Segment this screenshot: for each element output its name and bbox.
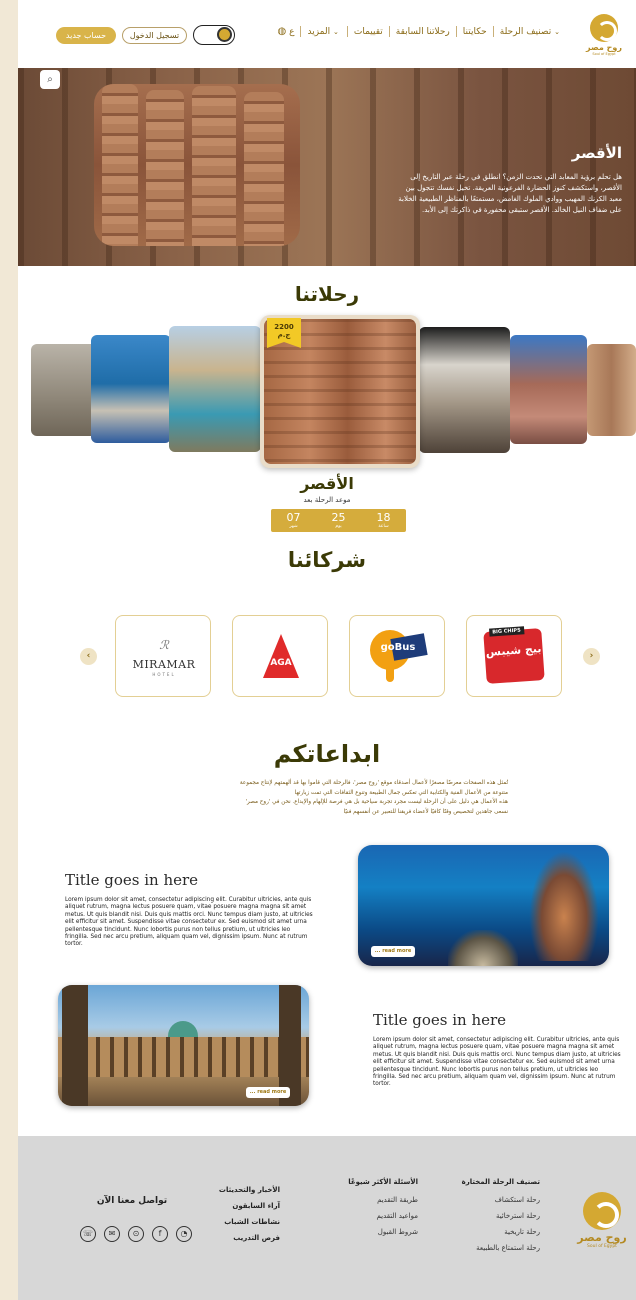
- chevron-right-icon: ›: [589, 651, 594, 661]
- footer-link[interactable]: رحلة استمتاع بالطبيعة: [462, 1244, 540, 1252]
- read-more-button[interactable]: ... read more: [246, 1087, 290, 1098]
- trip-card[interactable]: [31, 344, 97, 436]
- article-body: Lorem ipsum dolor sit amet, consectetur …: [373, 1037, 621, 1088]
- whatsapp-icon[interactable]: ◔: [176, 1226, 192, 1242]
- trip-countdown: 18 ساعة 25 يوم 07 شهر: [271, 509, 406, 532]
- footer-link[interactable]: مواعيد التقديم: [348, 1212, 418, 1220]
- hero-title: الأقصر: [571, 144, 622, 162]
- chevron-left-icon: ‹: [86, 651, 91, 661]
- pillar-shape: [62, 985, 88, 1106]
- trip-name: الأقصر: [300, 474, 354, 493]
- countdown-label: موعد الرحلة بعد: [303, 496, 351, 504]
- countdown-days: 25 يوم: [331, 510, 346, 529]
- footer-logo-text: روح مصر: [577, 1231, 627, 1244]
- menu-item-more[interactable]: المزيد ⌄: [301, 27, 346, 37]
- partner-card-miramar[interactable]: ℛ MIRAMAR HOTEL: [115, 615, 211, 697]
- footer-link[interactable]: طريقة التقديم: [348, 1196, 418, 1204]
- aga-logo: [263, 634, 299, 678]
- footer-link[interactable]: رحلة استرخائية: [462, 1212, 540, 1220]
- contact-icons: ☏ ✉ ⊙ f ◔: [80, 1226, 192, 1242]
- footer-link[interactable]: نشاطات الشباب: [219, 1218, 280, 1226]
- countdown-months: 07 شهر: [286, 510, 301, 529]
- globe-icon: ◍: [277, 26, 287, 37]
- article-body: Lorem ipsum dolor sit amet, consectetur …: [65, 897, 313, 948]
- language-switcher[interactable]: ◍ ع: [271, 26, 300, 37]
- login-button[interactable]: تسجيل الدخول: [122, 27, 187, 44]
- partner-card-big-chips[interactable]: BIG CHIPS بيج شيبس: [466, 615, 562, 697]
- theme-toggle[interactable]: [193, 25, 235, 45]
- countdown-hours: 18 ساعة: [376, 510, 391, 529]
- miramar-emblem-icon: ℛ: [159, 638, 169, 652]
- footer-link[interactable]: شروط القبول: [348, 1228, 418, 1236]
- chevron-down-icon: ⌄: [554, 27, 560, 36]
- creativity-section-title: ابداعاتكم: [273, 740, 381, 768]
- menu-item-our-story[interactable]: حكايتنا: [457, 27, 493, 37]
- coral-shape: [529, 851, 599, 961]
- gobus-logo-tail: [386, 668, 394, 682]
- carousel-prev-arrow[interactable]: ‹: [80, 648, 97, 665]
- trip-card[interactable]: [510, 335, 587, 444]
- footer-link[interactable]: الأخبار والتحديثات: [219, 1186, 280, 1194]
- footer-link[interactable]: رحلة استكشاف: [462, 1196, 540, 1204]
- footer-link[interactable]: آراء السابقون: [219, 1202, 280, 1210]
- page: روح مصر Soul of Egypt تصنيف الرحلة ⌄ حكا…: [18, 0, 636, 1300]
- contact-title: تواصل معنا الآن: [96, 1196, 168, 1206]
- footer-logo-subtitle: Soul of Egypt: [587, 1244, 617, 1249]
- coral-shape: [448, 930, 518, 966]
- footer-link[interactable]: فرص التدريب: [219, 1234, 280, 1242]
- logo-subtitle: Soul of Egypt: [592, 52, 616, 56]
- footer-logo[interactable]: روح مصر Soul of Egypt: [576, 1192, 628, 1249]
- arcade-shape: [58, 1037, 309, 1077]
- sun-icon: [217, 27, 232, 42]
- facebook-icon[interactable]: f: [152, 1226, 168, 1242]
- site-logo[interactable]: روح مصر Soul of Egypt: [584, 14, 624, 56]
- big-chips-logo: BIG CHIPS بيج شيبس: [483, 626, 545, 684]
- miramar-logo-sub: HOTEL: [152, 672, 176, 677]
- partners-section-title: شركائنا: [287, 548, 367, 572]
- footer-column-heading: الأسئلة الأكثر شيوعًا: [348, 1178, 418, 1186]
- top-navbar: روح مصر Soul of Egypt تصنيف الرحلة ⌄ حكا…: [18, 0, 636, 68]
- trips-section-title: رحلاتنا: [294, 282, 360, 306]
- aga-logo-text: AGA: [270, 658, 292, 668]
- footer: [18, 1136, 636, 1300]
- partner-card-aga[interactable]: AGA: [232, 615, 328, 697]
- article-title: Title goes in here: [65, 871, 199, 889]
- trip-card[interactable]: [91, 335, 171, 443]
- chevron-down-icon: ⌄: [332, 27, 339, 36]
- phone-icon[interactable]: ☏: [80, 1226, 96, 1242]
- search-icon: ⌕: [47, 74, 53, 85]
- footer-link[interactable]: رحلة تاريخية: [462, 1228, 540, 1236]
- hero-image: [94, 84, 300, 246]
- main-menu: تصنيف الرحلة ⌄ حكايتنا رحلاتنا السابقة ت…: [271, 26, 568, 37]
- menu-item-reviews[interactable]: تقييمات: [348, 27, 389, 37]
- trip-card[interactable]: [169, 326, 261, 452]
- logo-text: روح مصر: [586, 43, 622, 52]
- menu-item-trip-category[interactable]: تصنيف الرحلة ⌄: [494, 27, 568, 37]
- carousel-next-arrow[interactable]: ›: [583, 648, 600, 665]
- footer-column-heading: تصنيف الرحلة المختارة: [461, 1178, 540, 1186]
- trip-card[interactable]: [419, 327, 510, 453]
- creativity-intro: تُمثل هذه الصفحات معرضًا مصغرًا لأعمال أ…: [239, 780, 508, 815]
- footer-column-faq: الأسئلة الأكثر شيوعًا طريقة التقديم مواع…: [348, 1178, 418, 1244]
- logo-mark-icon: [590, 14, 618, 42]
- email-icon[interactable]: ✉: [104, 1226, 120, 1242]
- gobus-logo-text: goBus: [380, 642, 416, 653]
- partner-card-gobus[interactable]: goBus: [349, 615, 445, 697]
- read-more-button[interactable]: ... read more: [371, 946, 415, 957]
- footer-column-news: الأخبار والتحديثات آراء السابقون نشاطات …: [219, 1186, 280, 1250]
- location-icon[interactable]: ⊙: [128, 1226, 144, 1242]
- miramar-logo-text: MIRAMAR: [132, 658, 196, 671]
- article-title: Title goes in here: [373, 1011, 507, 1029]
- trip-card[interactable]: [587, 344, 636, 436]
- footer-column-trip-types: تصنيف الرحلة المختارة رحلة استكشاف رحلة …: [462, 1178, 540, 1260]
- menu-item-past-trips[interactable]: رحلاتنا السابقة: [390, 27, 456, 37]
- signup-button[interactable]: حساب جديد: [56, 27, 116, 44]
- hero-description: هل تحلم برؤية المعابد التي تحدت الزمن؟ ا…: [398, 173, 622, 214]
- hero-banner: ⌕ الأقصر هل تحلم برؤية المعابد التي تحدت…: [18, 68, 636, 266]
- search-button[interactable]: ⌕: [40, 70, 60, 89]
- logo-mark-icon: [583, 1192, 621, 1230]
